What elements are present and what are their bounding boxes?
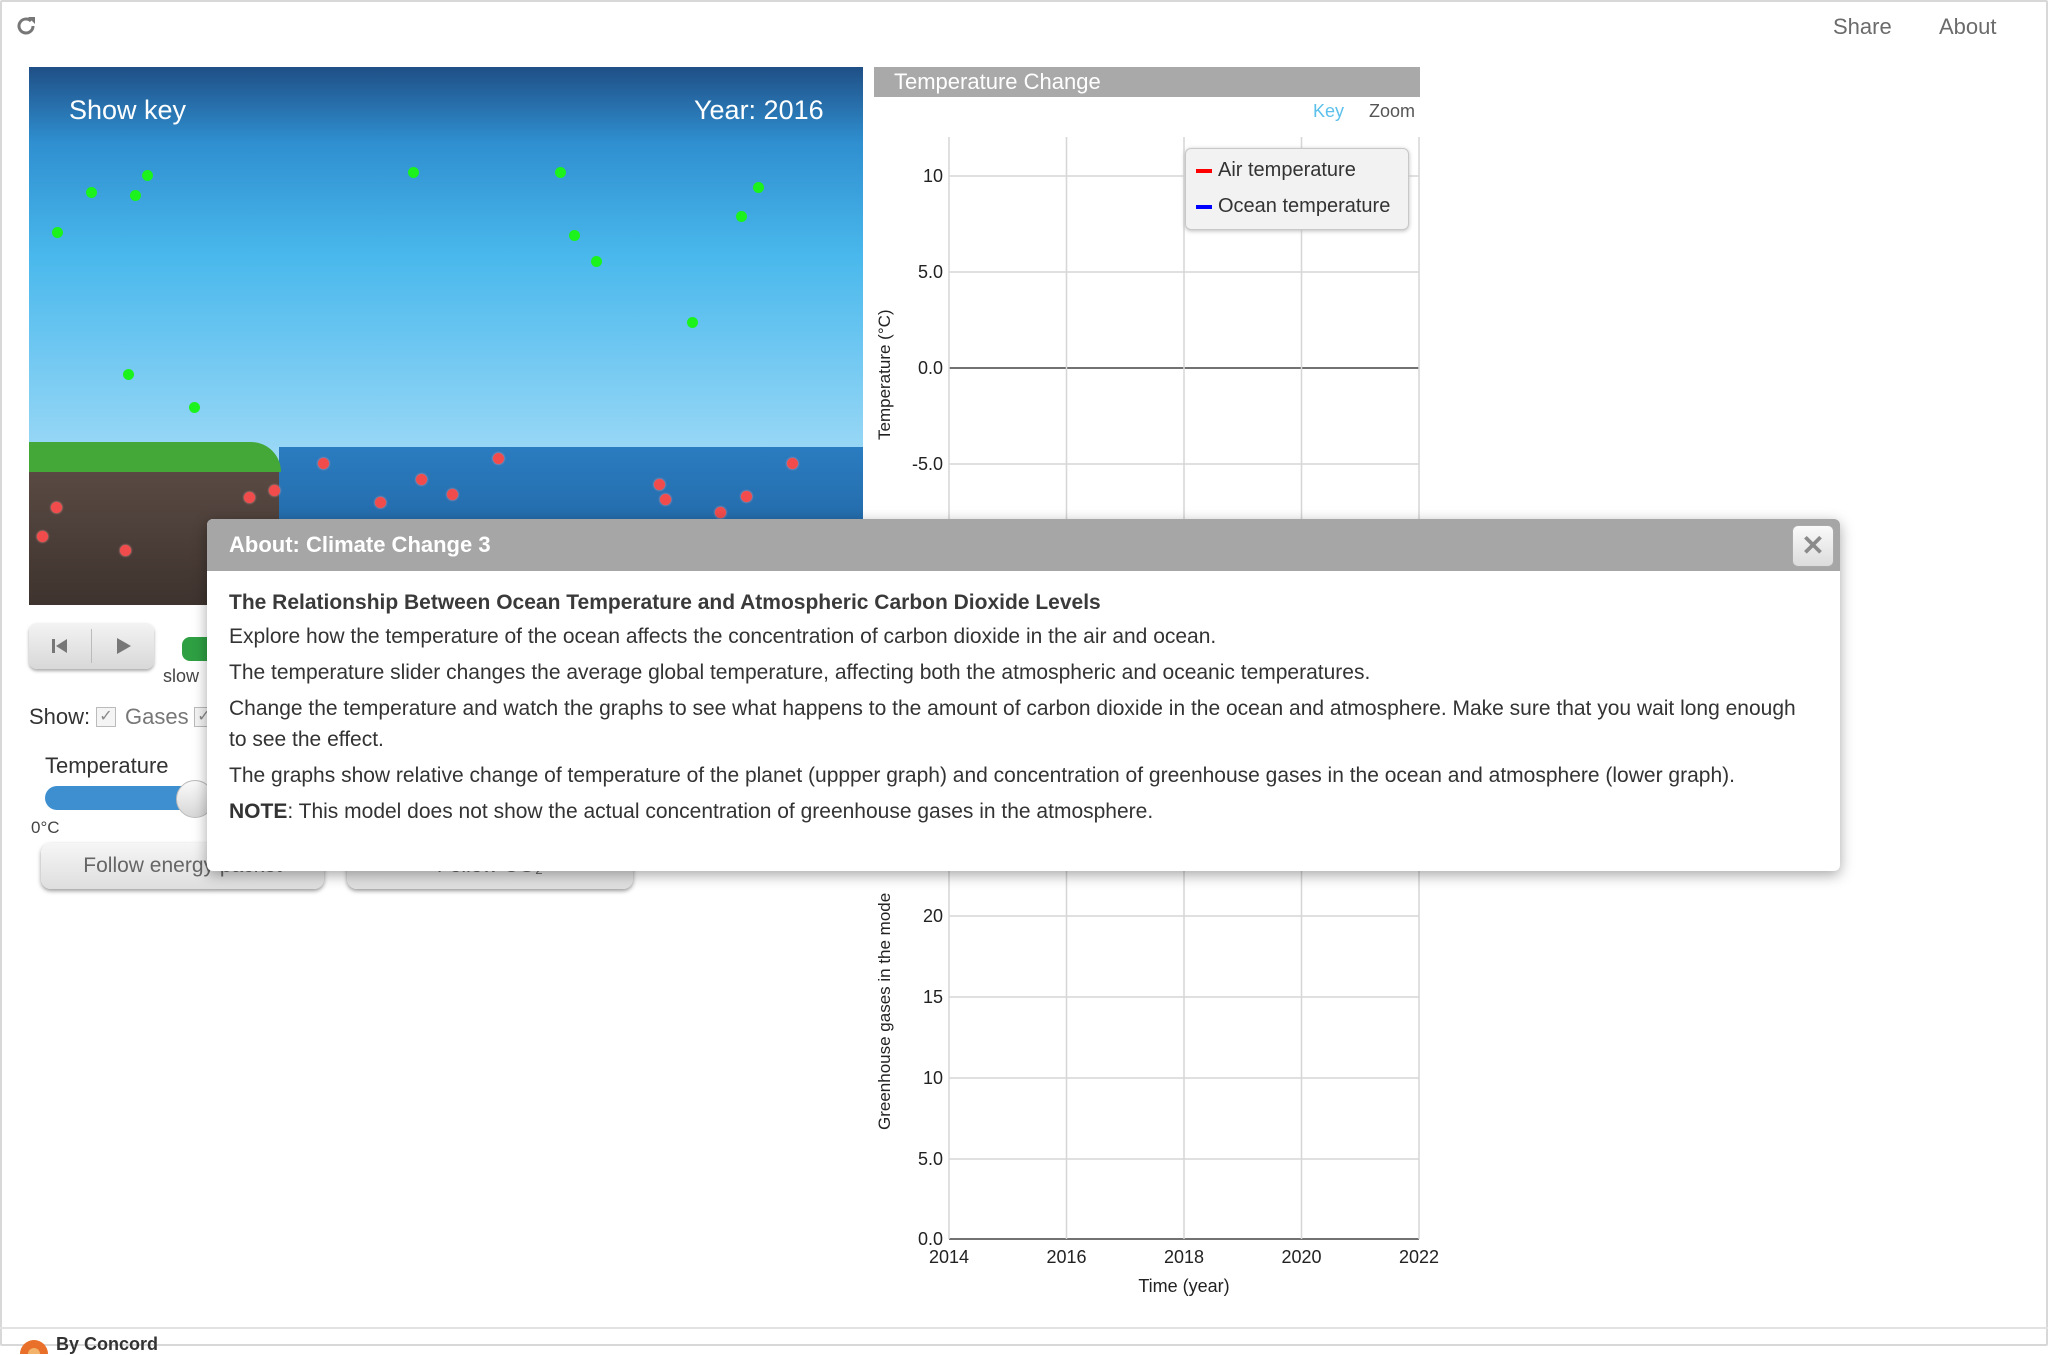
dialog-paragraph: Change the temperature and watch the gra…: [229, 697, 1796, 751]
note-text: : This model does not show the actual co…: [287, 800, 1154, 823]
legend-ocean-label: Ocean temperature: [1218, 195, 1391, 217]
upper-y-tick-label: 0.0: [918, 358, 943, 378]
x-tick-label: 2022: [1399, 1247, 1439, 1267]
lower-y-tick-label: 20: [923, 906, 943, 926]
concord-logo-icon: [20, 1340, 48, 1354]
about-dialog: About: Climate Change 3 ✕ The Relationsh…: [207, 519, 1840, 871]
upper-y-tick-label: -5.0: [912, 454, 943, 474]
legend-air-label: Air temperature: [1218, 159, 1356, 181]
upper-y-tick-label: 10: [923, 166, 943, 186]
upper-y-axis-label: Temperature (°C): [875, 309, 894, 440]
note-label: NOTE: [229, 800, 288, 823]
upper-y-tick-label: 5.0: [918, 262, 943, 282]
x-tick-label: 2014: [929, 1247, 969, 1267]
x-tick-label: 2020: [1281, 1247, 1321, 1267]
dialog-header: About: Climate Change 3: [207, 519, 1840, 571]
close-icon[interactable]: ✕: [1792, 525, 1834, 567]
dialog-heading: The Relationship Between Ocean Temperatu…: [229, 591, 1101, 614]
legend-ocean-temperature: Ocean temperature: [1196, 195, 1390, 218]
x-tick-label: 2016: [1046, 1247, 1086, 1267]
legend-air-temperature: Air temperature: [1196, 159, 1356, 182]
lower-y-axis-label: Greenhouse gases in the mode: [875, 893, 894, 1130]
footer-divider: [0, 1327, 2048, 1329]
lower-y-tick-label: 10: [923, 1068, 943, 1088]
x-tick-label: 2018: [1164, 1247, 1204, 1267]
lower-y-tick-label: 15: [923, 987, 943, 1007]
ocean-series-swatch: [1196, 204, 1212, 209]
dialog-title: About: Climate Change 3: [229, 532, 491, 557]
air-series-swatch: [1196, 168, 1212, 173]
dialog-paragraph: Explore how the temperature of the ocean…: [229, 625, 1217, 648]
footer-brand: By Concord: [56, 1334, 159, 1354]
lower-y-tick-label: 5.0: [918, 1149, 943, 1169]
x-axis-label: Time (year): [1138, 1276, 1229, 1296]
dialog-paragraph: The temperature slider changes the avera…: [229, 661, 1371, 684]
chart-legend[interactable]: Air temperature Ocean temperature: [1185, 148, 1409, 230]
lower-y-tick-label: 0.0: [918, 1229, 943, 1249]
dialog-note: NOTE: This model does not show the actua…: [229, 796, 1819, 827]
dialog-paragraph: The graphs show relative change of tempe…: [229, 764, 1735, 787]
dialog-body: The Relationship Between Ocean Temperatu…: [229, 587, 1819, 832]
